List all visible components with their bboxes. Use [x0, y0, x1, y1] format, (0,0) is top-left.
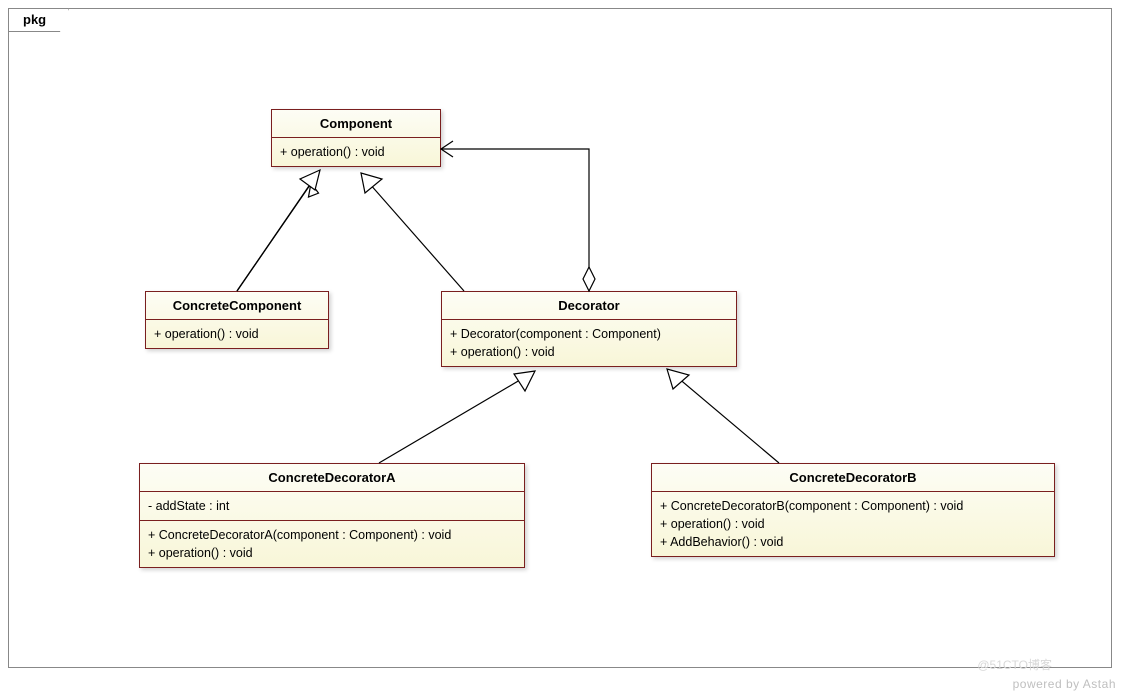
rel-agg-decorator-component: [441, 141, 595, 291]
package-tab: pkg: [8, 8, 69, 32]
class-name: ConcreteDecoratorB: [652, 464, 1054, 492]
class-name: Component: [272, 110, 440, 138]
class-ops: + Decorator(component : Component) + ope…: [442, 320, 736, 366]
op: + Decorator(component : Component): [450, 325, 728, 343]
op: + operation() : void: [450, 343, 728, 361]
gen-concrete-component-to-component: [237, 183, 321, 291]
op: + operation() : void: [660, 515, 1046, 533]
class-attrs: - addState : int: [140, 492, 524, 521]
rel-gen-cdb-decorator: [667, 369, 779, 463]
rel-gen-concretecomponent-component: [237, 170, 320, 291]
class-name: Decorator: [442, 292, 736, 320]
op: + operation() : void: [280, 143, 432, 161]
op: + ConcreteDecoratorB(component : Compone…: [660, 497, 1046, 515]
watermark: @51CTO博客: [977, 656, 1052, 673]
attr: - addState : int: [148, 497, 516, 515]
credit-label: powered by Astah: [1013, 677, 1116, 691]
class-concrete-component: ConcreteComponent + operation() : void: [145, 291, 329, 349]
class-decorator: Decorator + Decorator(component : Compon…: [441, 291, 737, 367]
line-cc-comp: [237, 179, 314, 291]
gen-cc-comp-head: [303, 169, 325, 191]
rel-gen-decorator-component: [361, 173, 464, 291]
class-ops: + operation() : void: [272, 138, 440, 166]
class-concrete-decorator-a: ConcreteDecoratorA - addState : int + Co…: [139, 463, 525, 568]
class-ops: + operation() : void: [146, 320, 328, 348]
package-label: pkg: [23, 12, 46, 27]
class-ops: + ConcreteDecoratorA(component : Compone…: [140, 521, 524, 567]
class-ops: + ConcreteDecoratorB(component : Compone…: [652, 492, 1054, 556]
op: + AddBehavior() : void: [660, 533, 1046, 551]
op: + operation() : void: [148, 544, 516, 562]
rel-gen-cda-decorator: [379, 371, 535, 463]
class-component: Component + operation() : void: [271, 109, 441, 167]
package-frame: pkg Component + operation() : void Concr…: [8, 8, 1112, 668]
class-name: ConcreteDecoratorA: [140, 464, 524, 492]
op: + operation() : void: [154, 325, 320, 343]
class-concrete-decorator-b: ConcreteDecoratorB + ConcreteDecoratorB(…: [651, 463, 1055, 557]
op: + ConcreteDecoratorA(component : Compone…: [148, 526, 516, 544]
class-name: ConcreteComponent: [146, 292, 328, 320]
